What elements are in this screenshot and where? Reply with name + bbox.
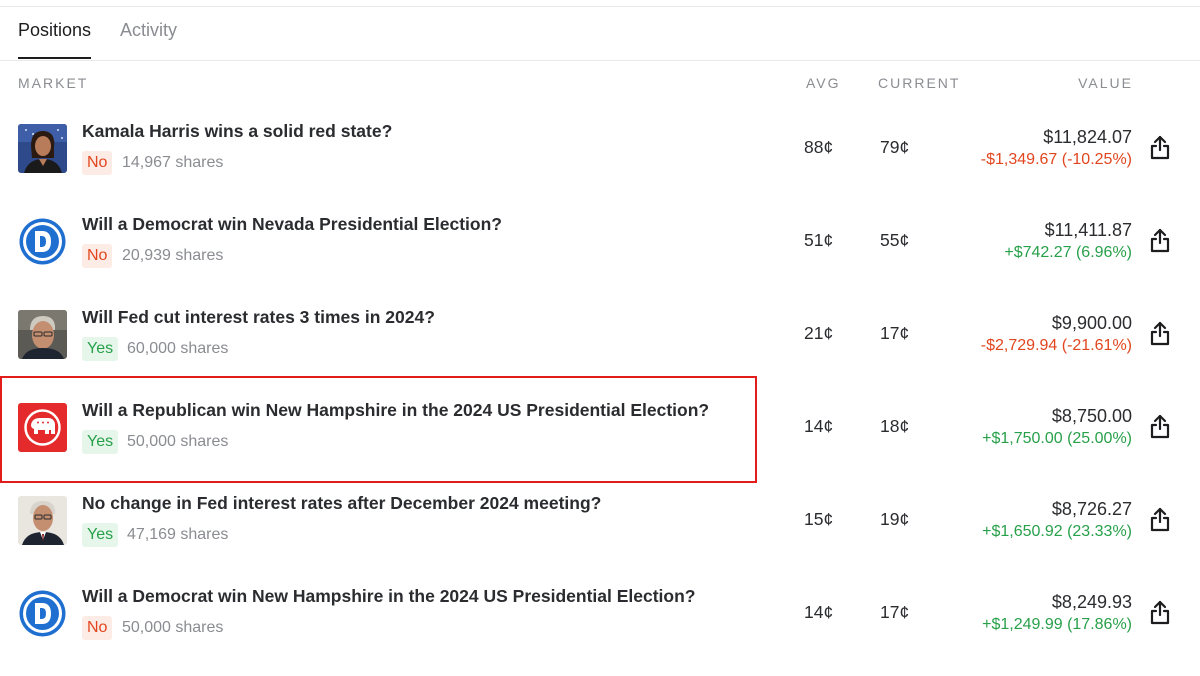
market-title[interactable]: No change in Fed interest rates after De… (82, 493, 601, 514)
share-icon[interactable] (1148, 228, 1172, 254)
current-price: 17¢ (880, 323, 910, 343)
avg-price: 88¢ (804, 137, 834, 157)
position-pnl: +$1,249.99 (17.86%) (982, 616, 1132, 633)
position-pnl: +$1,650.92 (23.33%) (982, 523, 1132, 540)
shares-count: 60,000 shares (127, 340, 229, 357)
column-header-market: MARKET (18, 75, 89, 91)
avg-price: 51¢ (804, 230, 834, 250)
tab-positions[interactable]: Positions (18, 20, 92, 59)
share-icon[interactable] (1148, 507, 1172, 533)
position-value: $9,900.00 (1051, 313, 1132, 333)
share-icon[interactable] (1148, 414, 1172, 440)
column-header-value: VALUE (1078, 75, 1133, 91)
current-price: 18¢ (880, 416, 910, 436)
position-pnl: +$742.27 (6.96%) (1004, 244, 1132, 261)
market-title[interactable]: Kamala Harris wins a solid red state? (82, 121, 392, 142)
column-header-current: CURRENT (878, 75, 961, 91)
top-border (0, 0, 1200, 7)
shares-count: 50,000 shares (122, 619, 224, 636)
shares-count: 20,939 shares (122, 247, 224, 264)
harris-photo (18, 124, 67, 173)
position-value: $11,411.87 (1044, 220, 1132, 240)
outcome-badge: No (82, 244, 113, 268)
current-price: 55¢ (880, 230, 910, 250)
powell-photo (18, 496, 67, 545)
position-pnl: -$2,729.94 (-21.61%) (980, 337, 1132, 354)
shares-count: 14,967 shares (122, 154, 224, 171)
position-row[interactable]: Will a Republican win New Hampshire in t… (0, 388, 1200, 481)
share-icon[interactable] (1148, 600, 1172, 626)
outcome-badge: Yes (82, 430, 119, 454)
current-price: 19¢ (880, 509, 910, 529)
market-title[interactable]: Will Fed cut interest rates 3 times in 2… (82, 307, 435, 328)
democrat-logo (18, 589, 67, 638)
position-row[interactable]: Will a Democrat win Nevada Presidential … (0, 202, 1200, 295)
position-value: $11,824.07 (1043, 127, 1132, 147)
democrat-logo (18, 217, 67, 266)
position-pnl: +$1,750.00 (25.00%) (982, 430, 1132, 447)
avg-price: 21¢ (804, 323, 834, 343)
shares-count: 50,000 shares (127, 433, 229, 450)
tabs-divider (0, 60, 1200, 61)
outcome-badge: No (82, 151, 113, 175)
position-row[interactable]: Will Fed cut interest rates 3 times in 2… (0, 295, 1200, 388)
outcome-badge: Yes (82, 337, 119, 361)
share-icon[interactable] (1148, 321, 1172, 347)
republican-logo (18, 403, 67, 452)
position-pnl: -$1,349.67 (-10.25%) (980, 151, 1132, 168)
outcome-badge: No (82, 616, 113, 640)
share-icon[interactable] (1148, 135, 1172, 161)
market-title[interactable]: Will a Democrat win Nevada Presidential … (82, 214, 502, 235)
shares-count: 47,169 shares (127, 526, 229, 543)
position-row[interactable]: Kamala Harris wins a solid red state? No… (0, 109, 1200, 202)
avg-price: 14¢ (804, 416, 834, 436)
position-row[interactable]: Will a Democrat win New Hampshire in the… (0, 574, 1200, 667)
outcome-badge: Yes (82, 523, 119, 547)
powell-photo (18, 310, 67, 359)
tab-activity[interactable]: Activity (120, 20, 177, 59)
position-value: $8,249.93 (1051, 592, 1132, 612)
avg-price: 14¢ (804, 602, 834, 622)
position-row[interactable]: No change in Fed interest rates after De… (0, 481, 1200, 574)
tab-bar: Positions Activity (18, 20, 177, 59)
market-title[interactable]: Will a Democrat win New Hampshire in the… (82, 586, 696, 607)
position-value: $8,726.27 (1051, 499, 1132, 519)
position-value: $8,750.00 (1051, 406, 1132, 426)
avg-price: 15¢ (804, 509, 834, 529)
column-header-avg: AVG (806, 75, 841, 91)
current-price: 17¢ (880, 602, 910, 622)
current-price: 79¢ (880, 137, 910, 157)
market-title[interactable]: Will a Republican win New Hampshire in t… (82, 400, 709, 421)
